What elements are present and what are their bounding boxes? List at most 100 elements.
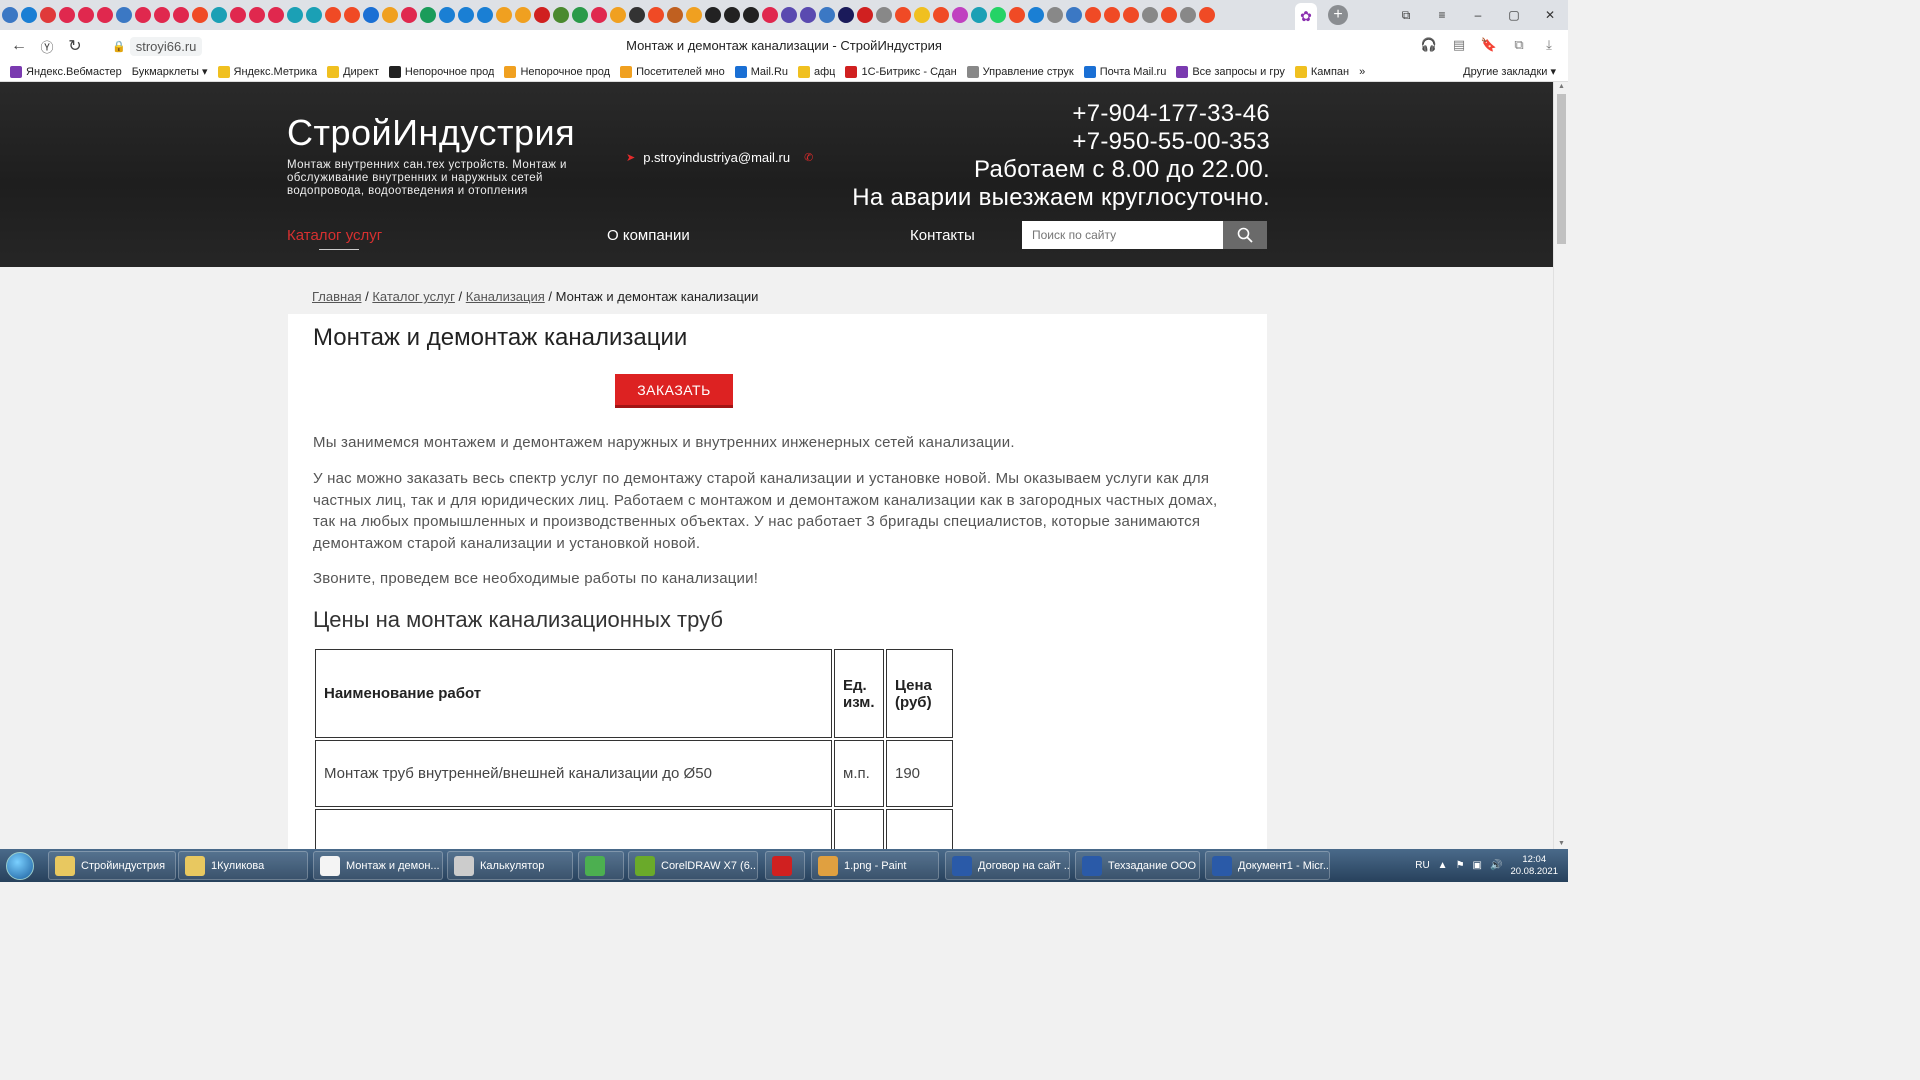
bookmark-item[interactable]: Посетителей мно <box>620 65 725 78</box>
bookmark-item[interactable]: Букмарклеты ▾ <box>132 65 208 78</box>
taskbar-item[interactable]: CorelDRAW X7 (6... <box>628 851 758 880</box>
pinned-tab-icon[interactable] <box>724 7 740 23</box>
taskbar-item[interactable]: Техзадание ООО ... <box>1075 851 1200 880</box>
email-link[interactable]: p.stroyindustriya@mail.ru <box>643 150 790 165</box>
pinned-tab-icon[interactable] <box>534 7 550 23</box>
flag-icon[interactable]: ⚑ <box>1456 860 1465 871</box>
pinned-tab-icon[interactable] <box>325 7 341 23</box>
bookmark-item[interactable]: Управление струк <box>966 65 1074 78</box>
pinned-tab-icon[interactable] <box>211 7 227 23</box>
pinned-tab-icon[interactable] <box>952 7 968 23</box>
pinned-tab-icon[interactable] <box>743 7 759 23</box>
pinned-tab-icon[interactable] <box>363 7 379 23</box>
scroll-up-arrow-icon[interactable]: ▲ <box>1557 83 1566 91</box>
pinned-tab-icon[interactable] <box>857 7 873 23</box>
pinned-tab-icon[interactable] <box>1047 7 1063 23</box>
start-button[interactable] <box>0 849 40 882</box>
pinned-tab-icon[interactable] <box>154 7 170 23</box>
pinned-tab-icon[interactable] <box>1085 7 1101 23</box>
pinned-tab-icon[interactable] <box>344 7 360 23</box>
pinned-tab-icon[interactable] <box>591 7 607 23</box>
pinned-tab-icon[interactable] <box>306 7 322 23</box>
taskbar-item[interactable]: Договор на сайт ... <box>945 851 1070 880</box>
bookmark-item[interactable]: Кампан <box>1294 65 1349 78</box>
tab-search-icon[interactable]: ⧉ <box>1388 8 1424 23</box>
bookmark-item[interactable]: Почта Mail.ru <box>1083 65 1166 78</box>
taskbar-item[interactable]: 1.png - Paint <box>811 851 939 880</box>
pinned-tab-icon[interactable] <box>249 7 265 23</box>
pinned-tab-icon[interactable] <box>895 7 911 23</box>
bookmark-item[interactable]: Все запросы и гру <box>1176 65 1285 78</box>
scroll-down-arrow-icon[interactable]: ▼ <box>1557 840 1566 848</box>
taskbar-item[interactable]: Стройиндустрия <box>48 851 176 880</box>
vertical-scrollbar[interactable]: ▲ ▼ <box>1553 82 1568 849</box>
pinned-tab-icon[interactable] <box>458 7 474 23</box>
breadcrumb-catalog[interactable]: Каталог услуг <box>372 289 455 304</box>
tray-arrow-icon[interactable]: ▲ <box>1438 860 1448 871</box>
pinned-tabs[interactable] <box>0 0 1295 30</box>
breadcrumb-home[interactable]: Главная <box>312 289 361 304</box>
headphones-icon[interactable]: 🎧 <box>1420 34 1438 56</box>
pinned-tab-icon[interactable] <box>1161 7 1177 23</box>
reload-icon[interactable]: ↻ <box>61 32 89 60</box>
nav-item-contacts[interactable]: Контакты <box>910 227 975 244</box>
search-button[interactable] <box>1223 221 1267 249</box>
back-arrow-icon[interactable]: ← <box>5 32 33 60</box>
site-logo[interactable]: СтройИндустрия <box>287 112 575 154</box>
bookmark-item[interactable]: » <box>1359 66 1365 78</box>
pinned-tab-icon[interactable] <box>1180 7 1196 23</box>
bookmark-item[interactable]: Другие закладки ▾ <box>1463 65 1556 78</box>
pinned-tab-icon[interactable] <box>762 7 778 23</box>
network-icon[interactable]: ▣ <box>1473 860 1482 871</box>
pinned-tab-icon[interactable] <box>1123 7 1139 23</box>
language-indicator[interactable]: RU <box>1415 860 1429 871</box>
bookmark-item[interactable]: афц <box>798 65 835 78</box>
volume-icon[interactable]: 🔊 <box>1490 860 1502 871</box>
pinned-tab-icon[interactable] <box>838 7 854 23</box>
bookmark-item[interactable]: Яндекс.Вебмастер <box>10 65 122 78</box>
url-text[interactable]: stroyi66.ru <box>129 36 203 56</box>
pinned-tab-icon[interactable] <box>781 7 797 23</box>
pinned-tab-icon[interactable] <box>705 7 721 23</box>
pinned-tab-icon[interactable] <box>78 7 94 23</box>
pinned-tab-icon[interactable] <box>1199 7 1215 23</box>
bookmark-icon[interactable]: 🔖 <box>1480 34 1498 56</box>
pinned-tab-icon[interactable] <box>116 7 132 23</box>
pinned-tab-icon[interactable] <box>800 7 816 23</box>
pinned-tab-icon[interactable] <box>135 7 151 23</box>
pinned-tab-icon[interactable] <box>1104 7 1120 23</box>
pinned-tab-icon[interactable] <box>192 7 208 23</box>
pinned-tab-icon[interactable] <box>572 7 588 23</box>
pinned-tab-icon[interactable] <box>420 7 436 23</box>
bookmark-item[interactable]: Непорочное прод <box>504 65 610 78</box>
pinned-tab-icon[interactable] <box>382 7 398 23</box>
pinned-tab-icon[interactable] <box>2 7 18 23</box>
active-tab[interactable]: ✿ <box>1295 3 1317 30</box>
phone-2[interactable]: +7-950-55-00-353 <box>852 128 1270 156</box>
pinned-tab-icon[interactable] <box>477 7 493 23</box>
nav-item-about[interactable]: О компании <box>607 227 690 244</box>
maximize-button[interactable]: ▢ <box>1496 8 1532 22</box>
pinned-tab-icon[interactable] <box>1142 7 1158 23</box>
pinned-tab-icon[interactable] <box>268 7 284 23</box>
taskbar-item[interactable]: Документ1 - Micr... <box>1205 851 1330 880</box>
reader-icon[interactable]: ▤ <box>1450 34 1468 56</box>
pinned-tab-icon[interactable] <box>553 7 569 23</box>
pinned-tab-icon[interactable] <box>401 7 417 23</box>
pinned-tab-icon[interactable] <box>230 7 246 23</box>
pinned-tab-icon[interactable] <box>914 7 930 23</box>
collections-icon[interactable]: ⧉ <box>1510 34 1528 56</box>
pinned-tab-icon[interactable] <box>686 7 702 23</box>
phone-1[interactable]: +7-904-177-33-46 <box>852 100 1270 128</box>
pinned-tab-icon[interactable] <box>97 7 113 23</box>
pinned-tab-icon[interactable] <box>648 7 664 23</box>
search-input[interactable] <box>1022 221 1223 249</box>
pinned-tab-icon[interactable] <box>21 7 37 23</box>
pinned-tab-icon[interactable] <box>629 7 645 23</box>
close-button[interactable]: ✕ <box>1532 8 1568 22</box>
pinned-tab-icon[interactable] <box>667 7 683 23</box>
new-tab-button[interactable]: + <box>1328 5 1348 25</box>
bookmark-item[interactable]: Яндекс.Метрика <box>217 65 317 78</box>
pinned-tab-icon[interactable] <box>819 7 835 23</box>
pinned-tab-icon[interactable] <box>1009 7 1025 23</box>
